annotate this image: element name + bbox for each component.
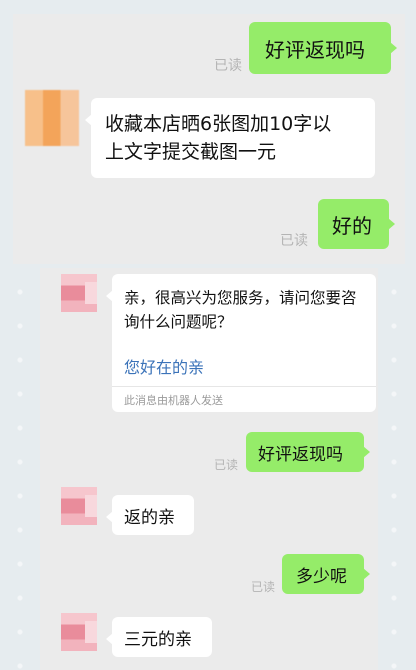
quick-reply-link[interactable]: 您好在的亲	[124, 354, 204, 378]
bot-message-text: 亲，很高兴为您服务，请问您要咨询什么问题呢？	[124, 289, 357, 331]
message-text: 好评返现吗	[258, 444, 343, 465]
avatar[interactable]	[61, 487, 97, 525]
message-text-line: 收藏本店晒6张图加10字以	[105, 113, 332, 135]
bot-sent-note: 此消息由机器人发送	[124, 394, 223, 407]
read-status: 已读	[280, 233, 308, 249]
message-bubble-received[interactable]: 收藏本店晒6张图加10字以 上文字提交截图一元	[85, 98, 375, 178]
read-status: 已读	[214, 458, 239, 472]
message-text-line: 上文字提交截图一元	[105, 141, 277, 163]
message-bubble-sent[interactable]: 好评返现吗	[249, 22, 397, 74]
message-bubble-sent[interactable]: 好评返现吗	[246, 432, 370, 472]
read-status: 已读	[251, 580, 276, 594]
read-status: 已读	[214, 58, 242, 74]
avatar[interactable]	[25, 90, 79, 146]
message-text: 好的	[332, 213, 372, 238]
message-bubble-received[interactable]: 三元的亲	[106, 617, 212, 657]
message-text: 好评返现吗	[265, 37, 365, 62]
message-text: 多少呢	[296, 566, 347, 587]
avatar[interactable]	[61, 274, 97, 312]
message-bubble-sent[interactable]: 好的	[318, 199, 395, 249]
divider	[112, 386, 376, 387]
message-bubble-sent[interactable]: 多少呢	[282, 554, 370, 594]
message-bubble-received[interactable]: 返的亲	[106, 495, 194, 535]
message-text: 返的亲	[124, 507, 175, 528]
message-text: 三元的亲	[124, 629, 192, 650]
bot-message-card[interactable]: 亲，很高兴为您服务，请问您要咨询什么问题呢？ 您好在的亲 此消息由机器人发送	[106, 274, 376, 412]
avatar[interactable]	[61, 613, 97, 651]
